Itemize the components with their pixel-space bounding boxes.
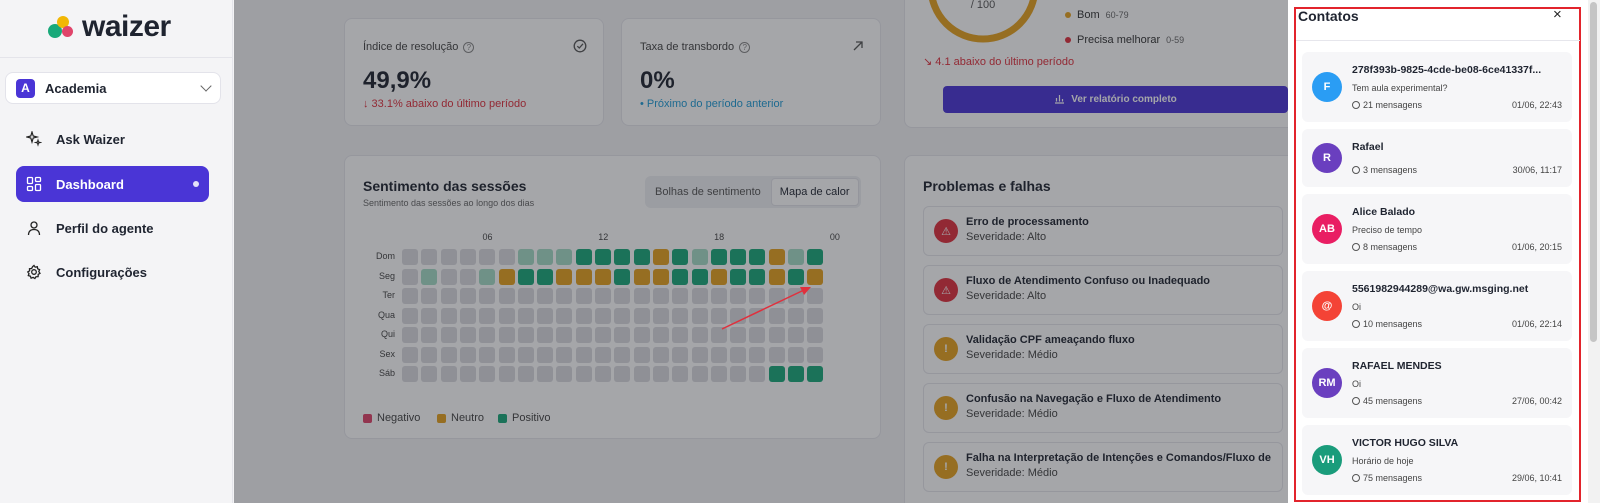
avatar: F [1312,72,1342,102]
contacts-title: Contatos [1298,8,1359,24]
active-indicator-dot [193,181,199,187]
chat-bubble-icon [1352,243,1360,251]
brand-name: waizer [82,10,171,43]
contact-item[interactable]: R Rafael 3 mensagens 30/06, 11:17 [1302,129,1572,187]
workspace-selector[interactable]: A Academia [5,72,221,104]
workspace-badge: A [16,78,35,98]
contact-timestamp: 29/06, 10:41 [1511,473,1562,483]
grid-icon [26,176,42,192]
contact-item[interactable]: VH VICTOR HUGO SILVA Horário de hoje 75 men… [1302,425,1572,495]
contact-item[interactable]: F 278f393b-9825-4cde-be08-6ce41337f... Tem… [1302,52,1572,122]
contact-message-count: 75 mensagens [1352,473,1422,483]
contact-last-message: Oi [1352,379,1361,389]
contact-name: Rafael [1352,141,1384,153]
contact-timestamp: 30/06, 11:17 [1512,165,1562,175]
contact-last-message: Oi [1352,302,1361,312]
sidebar-divider [0,57,233,58]
contact-last-message: Horário de hoje [1352,456,1414,466]
contact-message-count: 8 mensagens [1352,242,1417,252]
nav-item-ask-waizer[interactable]: Ask Waizer [16,121,209,157]
contact-message-count-text: 21 mensagens [1363,100,1423,110]
panel-scrollbar[interactable] [1588,0,1600,503]
contact-message-count: 45 mensagens [1352,396,1422,406]
avatar: R [1312,143,1342,173]
chat-bubble-icon [1352,320,1360,328]
contact-last-message: Tem aula experimental? [1352,83,1448,93]
contact-name: 5561982944289@wa.gw.msging.net [1352,283,1529,295]
avatar: RM [1312,368,1342,398]
contact-message-count-text: 10 mensagens [1363,319,1423,329]
contact-item[interactable]: @5561982944289@wa.gw.msging.net Oi 10 mens… [1302,271,1572,341]
waizer-logo[interactable]: waizer [48,10,171,44]
avatar: @ [1312,291,1342,321]
contact-timestamp: 01/06, 22:43 [1511,100,1562,110]
contacts-panel: Contatos × F 278f393b-9825-4cde-be08-6ce4… [1288,0,1600,503]
sparkle-icon [26,131,42,147]
avatar: AB [1312,214,1342,244]
contact-name: VICTOR HUGO SILVA [1352,437,1459,449]
nav-item-dashboard[interactable]: Dashboard [16,166,209,202]
nav-item-configuracoes[interactable]: Configurações [16,254,209,290]
nav-label: Perfil do agente [56,220,154,236]
contact-message-count: 10 mensagens [1352,319,1422,329]
contact-item[interactable]: AB Alice Balado Preciso de tempo 8 mensagen… [1302,194,1572,264]
contact-message-count: 3 mensagens [1352,165,1417,175]
contact-name: RAFAEL MENDES [1352,360,1442,372]
avatar: VH [1312,445,1342,475]
sidebar: waizer A Academia Ask Waizer Dashboard P… [0,0,233,503]
contact-item[interactable]: RM RAFAEL MENDES Oi 45 mensagens 27/06, 00:4… [1302,348,1572,418]
contact-message-count-text: 75 mensagens [1363,473,1423,483]
chevron-down-icon [200,80,212,92]
nav-label: Configurações [56,264,148,280]
scrollbar-thumb[interactable] [1590,2,1597,342]
gear-icon [26,264,42,280]
nav-label: Dashboard [56,176,124,192]
user-icon [26,220,42,236]
logo-mark-icon [48,14,78,40]
contact-name: 278f393b-9825-4cde-be08-6ce41337f... [1352,64,1542,76]
panel-divider [1296,40,1580,41]
chat-bubble-icon [1352,397,1360,405]
contact-name: Alice Balado [1352,206,1416,218]
contact-timestamp: 27/06, 00:42 [1511,396,1562,406]
chat-bubble-icon [1352,474,1360,482]
contact-message-count-text: 8 mensagens [1363,242,1418,252]
contact-timestamp: 01/06, 20:15 [1511,242,1562,252]
contact-message-count-text: 45 mensagens [1363,396,1423,406]
workspace-name: Academia [45,80,107,96]
contact-message-count-text: 3 mensagens [1363,165,1418,175]
nav-label: Ask Waizer [56,131,125,147]
close-icon[interactable]: × [1553,6,1562,23]
chat-bubble-icon [1352,101,1360,109]
contact-last-message: Preciso de tempo [1352,225,1423,235]
nav-item-perfil-do-agente[interactable]: Perfil do agente [16,210,209,246]
contact-message-count: 21 mensagens [1352,100,1422,110]
chat-bubble-icon [1352,166,1360,174]
contact-timestamp: 01/06, 22:14 [1511,319,1562,329]
